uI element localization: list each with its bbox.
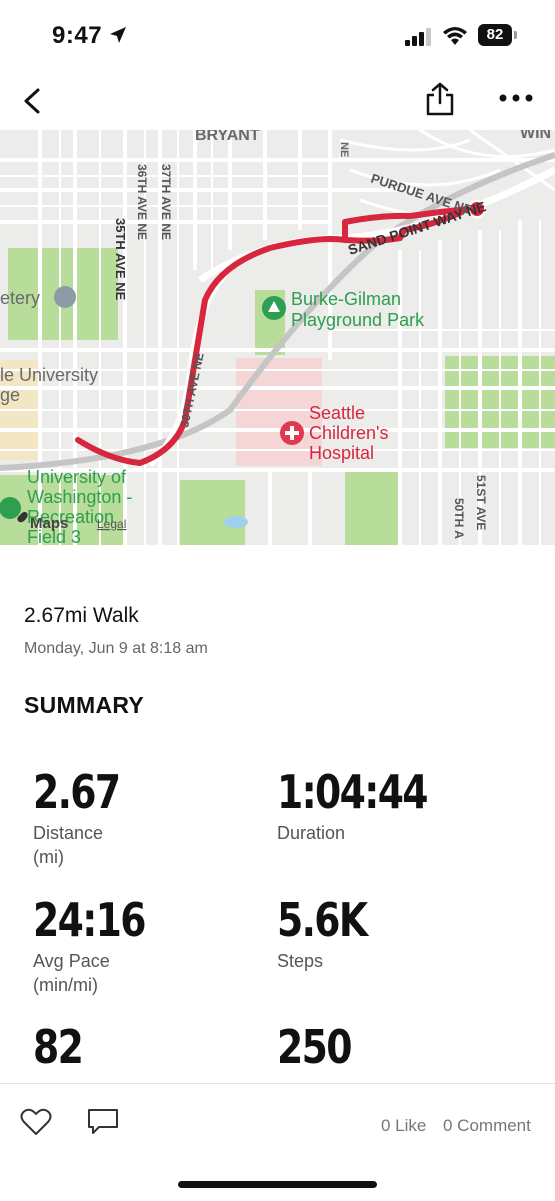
route-map[interactable]: BRYANT WIN NE PURDUE AVE NE SAND POINT W… bbox=[0, 130, 555, 545]
label-51st: 51ST AVE bbox=[474, 475, 488, 530]
stat-value: 2.67 bbox=[33, 765, 121, 819]
home-indicator bbox=[178, 1181, 377, 1188]
label-bryant: BRYANT bbox=[195, 130, 260, 144]
cemetery-icon bbox=[54, 286, 76, 308]
cellular-signal-icon bbox=[405, 28, 431, 46]
stat-label: Steps bbox=[277, 951, 324, 971]
stat-unit: (min/mi) bbox=[33, 975, 98, 995]
label-uw-2: Washington - bbox=[27, 487, 132, 507]
label-sand-point: SAND POINT WAY NE bbox=[346, 198, 488, 258]
label-univ-1: le University bbox=[0, 365, 98, 385]
stat-label: Distance bbox=[33, 823, 104, 843]
label-36th: 36TH AVE NE bbox=[135, 164, 149, 240]
pond bbox=[224, 516, 248, 528]
label-park-2: Playground Park bbox=[291, 310, 425, 330]
stat-value: 82 bbox=[33, 1020, 84, 1074]
stat-value: 5.6K bbox=[277, 893, 368, 947]
summary-heading: SUMMARY bbox=[24, 692, 145, 718]
maps-brand: Maps bbox=[30, 515, 68, 532]
battery-tip bbox=[514, 31, 517, 39]
label-uw-1: University of bbox=[27, 467, 127, 487]
status-bar: 9:47 82 bbox=[0, 0, 555, 70]
comment-icon[interactable] bbox=[87, 1108, 119, 1136]
heart-icon[interactable] bbox=[20, 1108, 52, 1136]
more-options-icon[interactable] bbox=[498, 88, 534, 108]
back-chevron-icon[interactable] bbox=[18, 86, 48, 116]
like-count[interactable]: 0 Like bbox=[381, 1116, 426, 1136]
nav-bar bbox=[0, 70, 555, 130]
stat-steps: 5.6K Steps bbox=[277, 894, 386, 973]
stat-avg-pace: 24:16 Avg Pace (min/mi) bbox=[33, 894, 169, 997]
wifi-icon bbox=[443, 27, 467, 45]
label-cemetery: etery bbox=[0, 288, 40, 308]
stat-value: 1:04:44 bbox=[277, 765, 429, 819]
label-hospital-2: Children's bbox=[309, 423, 388, 443]
location-arrow-icon bbox=[110, 27, 126, 43]
stat-label: Avg Pace bbox=[33, 951, 110, 971]
status-time: 9:47 bbox=[52, 22, 103, 49]
stat-duration: 1:04:44 Duration bbox=[277, 766, 460, 845]
stat-distance: 2.67 Distance (mi) bbox=[33, 766, 139, 869]
comment-count[interactable]: 0 Comment bbox=[443, 1116, 531, 1136]
label-win: WIN bbox=[520, 130, 551, 142]
label-50th: 50TH A bbox=[452, 498, 466, 539]
label-35th: 35TH AVE NE bbox=[113, 218, 128, 301]
label-ne: NE bbox=[338, 142, 350, 157]
map-canvas: BRYANT WIN NE PURDUE AVE NE SAND POINT W… bbox=[0, 130, 555, 545]
stat-label: Duration bbox=[277, 823, 346, 843]
legal-link[interactable]: Legal bbox=[97, 517, 126, 531]
label-hospital-3: Hospital bbox=[309, 443, 374, 463]
stat-unit: (mi) bbox=[33, 847, 64, 867]
park-area-south bbox=[180, 480, 245, 545]
activity-title: 2.67mi Walk bbox=[24, 604, 139, 627]
bottom-action-bar: 0 Like 0 Comment bbox=[0, 1083, 555, 1201]
recreation-icon bbox=[0, 497, 21, 519]
share-icon[interactable] bbox=[424, 82, 456, 116]
stat-extra-2: 250 bbox=[277, 1021, 367, 1073]
label-park-1: Burke-Gilman bbox=[291, 289, 401, 309]
label-univ-2: ge bbox=[0, 385, 20, 405]
park-area-southeast bbox=[345, 470, 400, 545]
label-hospital-1: Seattle bbox=[309, 403, 365, 423]
stat-value: 250 bbox=[277, 1020, 352, 1074]
battery-indicator: 82 bbox=[478, 24, 512, 46]
activity-datetime: Monday, Jun 9 at 8:18 am bbox=[24, 640, 208, 657]
label-37th: 37TH AVE NE bbox=[159, 164, 173, 240]
stat-value: 24:16 bbox=[33, 893, 147, 947]
stat-extra-1: 82 bbox=[33, 1021, 93, 1073]
